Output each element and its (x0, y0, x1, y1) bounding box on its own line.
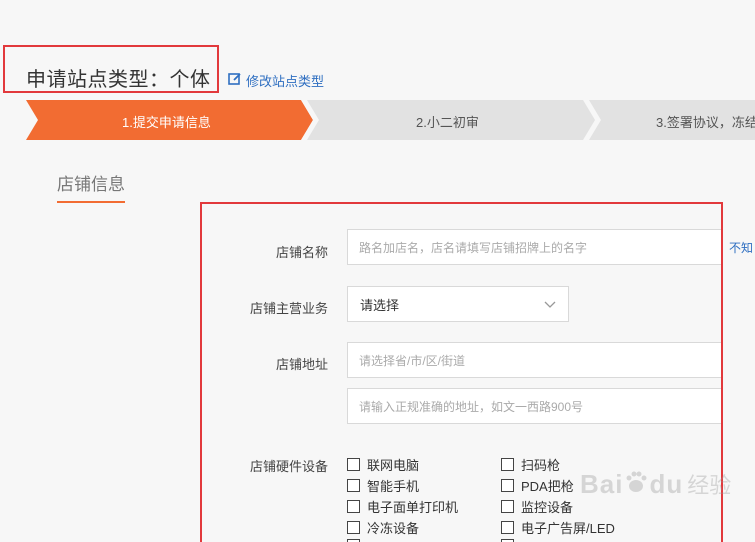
checkbox-label: 智能手机 (367, 479, 420, 494)
checkbox-box[interactable] (501, 479, 514, 492)
checkbox-box[interactable] (501, 500, 514, 513)
store-name-input[interactable]: 路名加店名，店名请填写店铺招牌上的名字 (347, 229, 721, 265)
region-placeholder: 请选择省/市/区/街道 (359, 353, 466, 368)
edit-site-type-link[interactable]: 修改站点类型 (228, 71, 324, 90)
address-label: 店铺地址 (275, 357, 328, 372)
help-link[interactable]: 不知 (729, 239, 753, 256)
checkbox-label: PDA把枪 (521, 479, 574, 494)
store-name-placeholder: 路名加店名，店名请填写店铺招牌上的名字 (359, 240, 588, 255)
edit-icon (228, 72, 246, 89)
checkbox-label: 联网电脑 (367, 458, 420, 473)
checkbox-freezer[interactable]: 冷冻设备 (347, 518, 419, 537)
checkbox-box[interactable] (347, 500, 360, 513)
checkbox-box[interactable] (347, 458, 360, 471)
address-detail-placeholder: 请输入正规准确的地址，如文一西路900号 (359, 399, 584, 414)
checkbox-box[interactable] (501, 521, 514, 534)
main-business-label: 店铺主营业务 (249, 301, 328, 316)
progress-steps: 1.提交申请信息 2.小二初审 3.签署协议，冻结 (26, 100, 755, 140)
page-title: 申请站点类型：个体 (26, 69, 211, 91)
checkbox-monitoring[interactable]: 监控设备 (501, 497, 573, 516)
chevron-down-icon (544, 297, 556, 312)
hardware-label: 店铺硬件设备 (249, 459, 328, 474)
checkbox-label: 电子广告屏/LED (521, 521, 615, 536)
address-detail-input[interactable]: 请输入正规准确的地址，如文一西路900号 (347, 388, 721, 424)
checkbox-box[interactable] (347, 521, 360, 534)
checkbox-label: 扫码枪 (521, 458, 561, 473)
checkbox-label: 冷冻设备 (367, 521, 420, 536)
store-info-form: 店铺名称 路名加店名，店名请填写店铺招牌上的名字 店铺主营业务 请选择 店铺地址… (200, 202, 723, 542)
step-2-label: 2.小二初审 (416, 115, 479, 130)
step-3-label: 3.签署协议，冻结 (656, 115, 755, 130)
step-1-label: 1.提交申请信息 (122, 115, 211, 130)
checkbox-box[interactable] (501, 458, 514, 471)
checkbox-label: 监控设备 (521, 500, 574, 515)
checkbox-led-screen[interactable]: 电子广告屏/LED (501, 518, 615, 537)
edit-site-type-label: 修改站点类型 (246, 74, 325, 89)
checkbox-networked-pc[interactable]: 联网电脑 (347, 455, 419, 474)
checkbox-label-printer[interactable]: 电子面单打印机 (347, 497, 458, 516)
main-business-select[interactable]: 请选择 (347, 286, 569, 322)
region-select-input[interactable]: 请选择省/市/区/街道 (347, 342, 721, 378)
tab-store-info[interactable]: 店铺信息 (57, 170, 125, 203)
checkbox-scanner[interactable]: 扫码枪 (501, 455, 560, 474)
checkbox-smartphone[interactable]: 智能手机 (347, 476, 419, 495)
main-business-value: 请选择 (360, 297, 400, 313)
store-name-label: 店铺名称 (275, 245, 328, 260)
checkbox-pda[interactable]: PDA把枪 (501, 476, 574, 495)
checkbox-box[interactable] (347, 479, 360, 492)
checkbox-label: 电子面单打印机 (367, 500, 459, 515)
